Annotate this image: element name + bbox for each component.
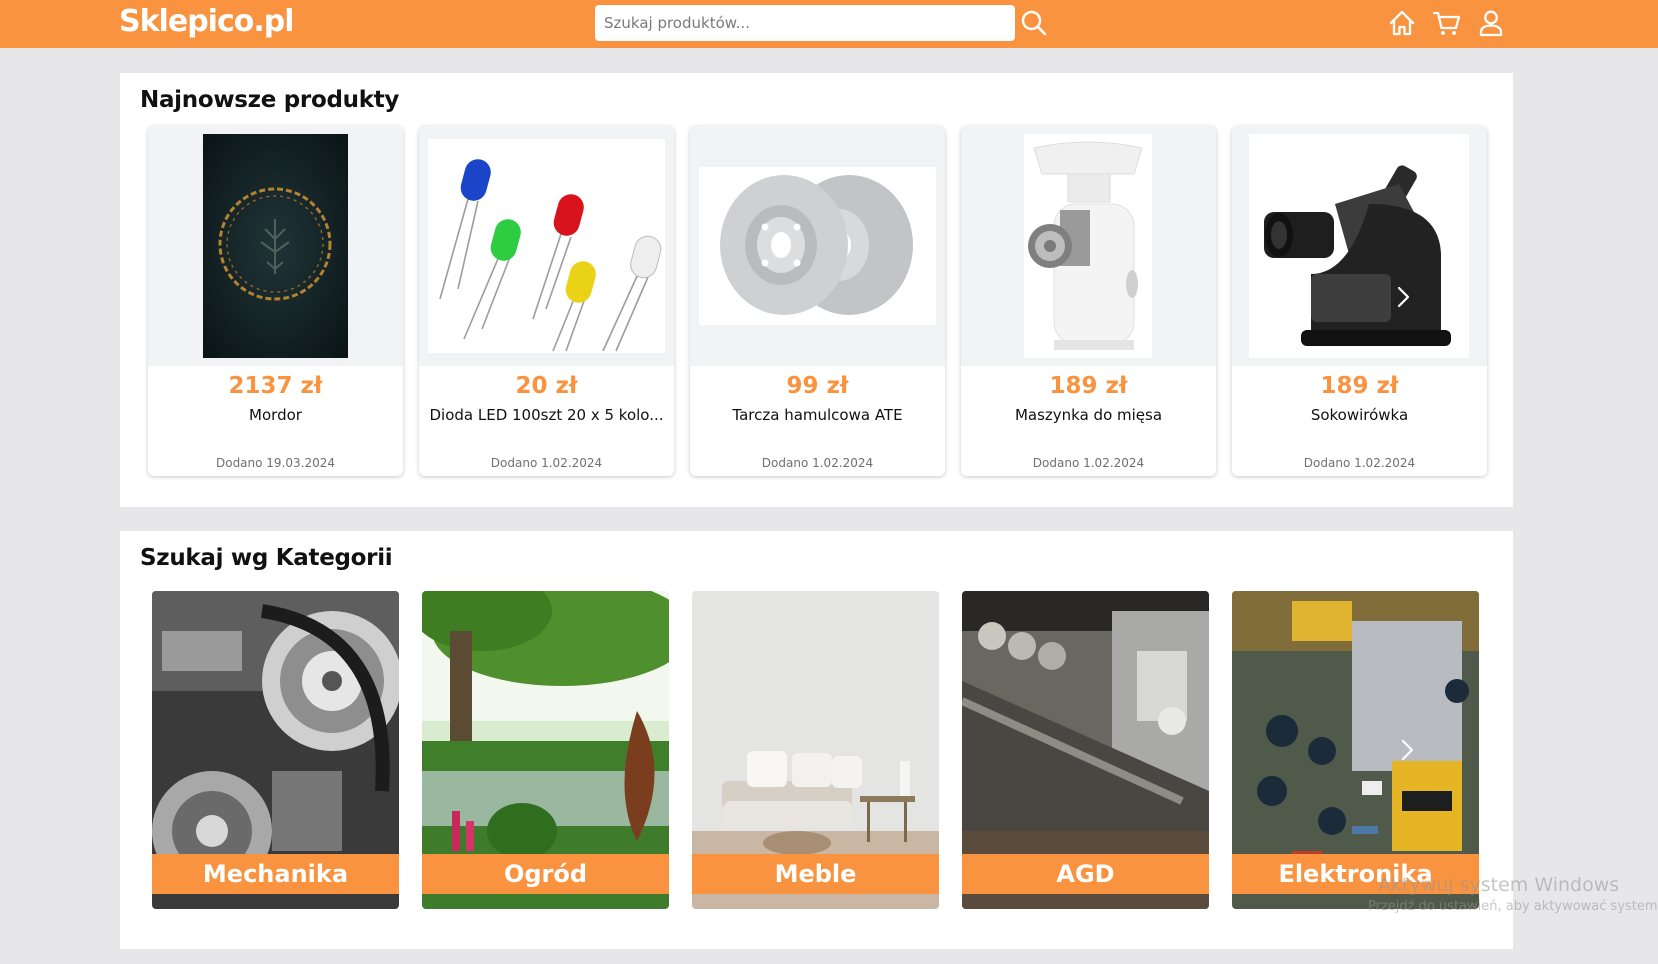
category-tile-agd[interactable]: AGD bbox=[962, 591, 1209, 909]
product-date: Dodano 1.02.2024 bbox=[490, 456, 603, 470]
product-date: Dodano 1.02.2024 bbox=[761, 456, 874, 470]
product-price: 99 zł bbox=[786, 373, 849, 399]
product-image bbox=[1232, 126, 1487, 366]
windows-activation-watermark-title: Aktywuj system Windows bbox=[1378, 874, 1620, 896]
category-tile-mechanika[interactable]: Mechanika bbox=[152, 591, 399, 909]
search-icon[interactable] bbox=[1020, 9, 1048, 37]
product-card[interactable]: 20 zł Dioda LED 100szt 20 x 5 kolo... Do… bbox=[419, 126, 674, 476]
top-navigation-bar: Sklepico.pl bbox=[0, 0, 1658, 48]
newest-products-section: Najnowsze produkty 2137 zł Mordor Dodano… bbox=[120, 73, 1513, 507]
product-name[interactable]: Sokowirówka bbox=[1242, 406, 1477, 424]
search-input[interactable] bbox=[595, 5, 1015, 41]
category-label: Ogród bbox=[422, 854, 669, 894]
carousel-next-arrow-icon[interactable] bbox=[1393, 284, 1413, 310]
categories-section: Szukaj wg Kategorii Mechanika Ogród Mebl… bbox=[120, 531, 1513, 949]
site-logo[interactable]: Sklepico.pl bbox=[119, 4, 294, 39]
product-card[interactable]: 2137 zł Mordor Dodano 19.03.2024 bbox=[148, 126, 403, 476]
product-image bbox=[419, 126, 674, 366]
search-box bbox=[595, 5, 1015, 41]
product-image bbox=[148, 126, 403, 366]
product-price: 189 zł bbox=[1320, 373, 1399, 399]
carousel-next-arrow-icon[interactable] bbox=[1397, 737, 1417, 763]
product-carousel: 2137 zł Mordor Dodano 19.03.2024 20 zł D… bbox=[148, 126, 1488, 481]
category-label: Mechanika bbox=[152, 854, 399, 894]
section-title: Szukaj wg Kategorii bbox=[140, 545, 393, 571]
product-price: 2137 zł bbox=[228, 373, 323, 399]
user-icon[interactable] bbox=[1476, 8, 1506, 38]
cart-icon[interactable] bbox=[1432, 8, 1462, 38]
product-name[interactable]: Mordor bbox=[158, 406, 393, 424]
product-date: Dodano 1.02.2024 bbox=[1303, 456, 1416, 470]
product-price: 20 zł bbox=[515, 373, 578, 399]
windows-activation-watermark-text: Przejdź do ustawień, aby aktywować syste… bbox=[1368, 899, 1658, 914]
product-card[interactable]: 99 zł Tarcza hamulcowa ATE Dodano 1.02.2… bbox=[690, 126, 945, 476]
product-date: Dodano 19.03.2024 bbox=[215, 456, 336, 470]
category-tile-elektronika[interactable]: Elektronika bbox=[1232, 591, 1479, 909]
product-date: Dodano 1.02.2024 bbox=[1032, 456, 1145, 470]
product-card[interactable]: 189 zł Maszynka do mięsa Dodano 1.02.202… bbox=[961, 126, 1216, 476]
home-icon[interactable] bbox=[1387, 8, 1417, 38]
category-label: Meble bbox=[692, 854, 939, 894]
category-tile-ogrod[interactable]: Ogród bbox=[422, 591, 669, 909]
product-name[interactable]: Maszynka do mięsa bbox=[971, 406, 1206, 424]
product-name[interactable]: Dioda LED 100szt 20 x 5 kolo... bbox=[429, 406, 664, 424]
category-tile-meble[interactable]: Meble bbox=[692, 591, 939, 909]
product-image bbox=[961, 126, 1216, 366]
product-price: 189 zł bbox=[1049, 373, 1128, 399]
product-image bbox=[690, 126, 945, 366]
category-label: AGD bbox=[962, 854, 1209, 894]
product-name[interactable]: Tarcza hamulcowa ATE bbox=[700, 406, 935, 424]
product-card[interactable]: 189 zł Sokowirówka Dodano 1.02.2024 bbox=[1232, 126, 1487, 476]
section-title: Najnowsze produkty bbox=[140, 87, 400, 113]
